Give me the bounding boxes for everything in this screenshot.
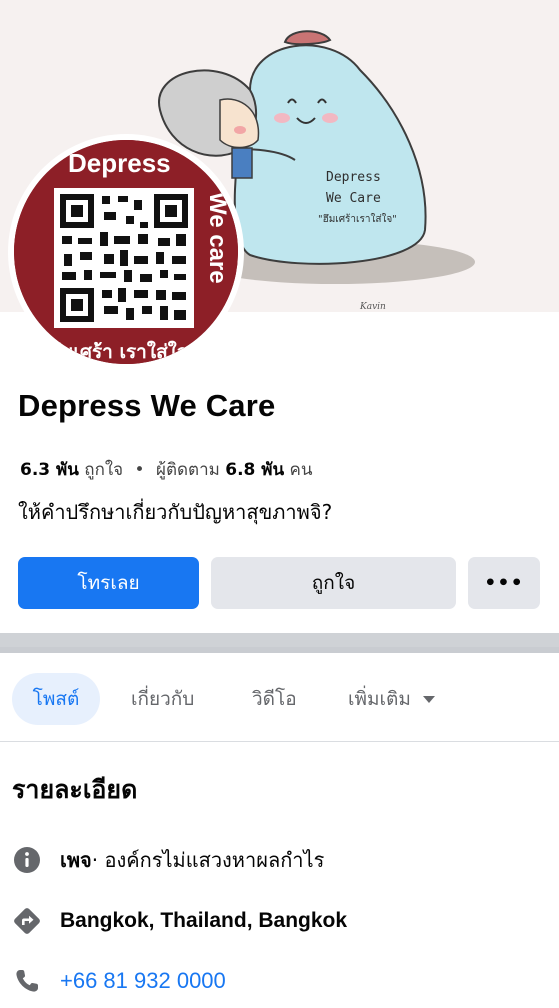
tab-more[interactable]: เพิ่มเติม: [348, 673, 435, 725]
followers-count[interactable]: 6.8 พัน: [225, 460, 284, 480]
tab-more-label: เพิ่มเติม: [348, 688, 411, 710]
tabs-divider: [0, 741, 559, 742]
avatar-text-side: We care: [204, 192, 231, 284]
location-text: Bangkok, Thailand, Bangkok: [60, 909, 348, 932]
caret-down-icon: [422, 695, 435, 703]
cover-text-1: Depress: [326, 170, 381, 185]
avatar-text-top: Depress: [68, 148, 171, 178]
details-heading: รายละเอียด: [12, 775, 138, 804]
avatar-image: Depress We care ซึมเศร้า เราใส่ใจ: [14, 140, 238, 364]
artist-signature: Kavin: [359, 302, 386, 312]
cover-text-3: "ฮึมเศร้าเราใส่ใจ": [318, 213, 397, 225]
location-row[interactable]: Bangkok, Thailand, Bangkok: [12, 906, 347, 936]
followers-unit: คน: [289, 460, 313, 480]
phone-icon: [12, 966, 42, 996]
directions-icon: [12, 906, 42, 936]
cover-text-2: We Care: [326, 191, 381, 206]
stats-line: 6.3 พัน ถูกใจ • ผู้ติดตาม 6.8 พัน คน: [20, 456, 313, 483]
page-title: Depress We Care: [18, 388, 276, 423]
page-bio: ให้คำปรึกษาเกี่ยวกับปัญหาสุขภาพจิ?: [18, 500, 333, 524]
more-dots-icon: •••: [484, 572, 524, 594]
profile-picture[interactable]: Depress We care ซึมเศร้า เราใส่ใจ: [8, 134, 244, 370]
tab-posts-label: โพสต์: [32, 688, 80, 710]
page-category: · องค์กรไม่แสวงหาผลกำไร: [91, 848, 325, 872]
tab-about[interactable]: เกี่ยวกับ: [131, 673, 194, 725]
tab-videos-label: วิดีโอ: [252, 688, 297, 710]
call-now-label: โทรเลย: [77, 572, 140, 594]
phone-row[interactable]: +66 81 932 0000: [12, 966, 226, 996]
qr-logo-artwork: Depress We care ซึมเศร้า เราใส่ใจ: [14, 140, 238, 364]
followers-label[interactable]: ผู้ติดตาม: [156, 460, 220, 480]
page-category-row: เพจ · องค์กรไม่แสวงหาผลกำไร: [12, 844, 324, 876]
tab-videos[interactable]: วิดีโอ: [252, 673, 297, 725]
likes-label[interactable]: ถูกใจ: [84, 460, 123, 480]
page-tabs: โพสต์ เกี่ยวกับ วิดีโอ เพิ่มเติม: [0, 653, 559, 741]
stats-separator: •: [134, 460, 145, 480]
page-type-label: เพจ: [60, 848, 92, 872]
like-label: ถูกใจ: [311, 572, 356, 594]
avatar-text-bottom: ซึมเศร้า เราใส่ใจ: [48, 340, 188, 363]
more-options-button[interactable]: •••: [468, 557, 540, 609]
section-divider: [0, 633, 559, 653]
info-icon: [12, 845, 42, 875]
call-now-button[interactable]: โทรเลย: [18, 557, 199, 609]
likes-count[interactable]: 6.3 พัน: [20, 460, 79, 480]
phone-number: +66 81 932 0000: [60, 968, 226, 993]
like-button[interactable]: ถูกใจ: [211, 557, 456, 609]
tab-posts[interactable]: โพสต์: [12, 673, 100, 725]
tab-about-label: เกี่ยวกับ: [131, 688, 195, 710]
